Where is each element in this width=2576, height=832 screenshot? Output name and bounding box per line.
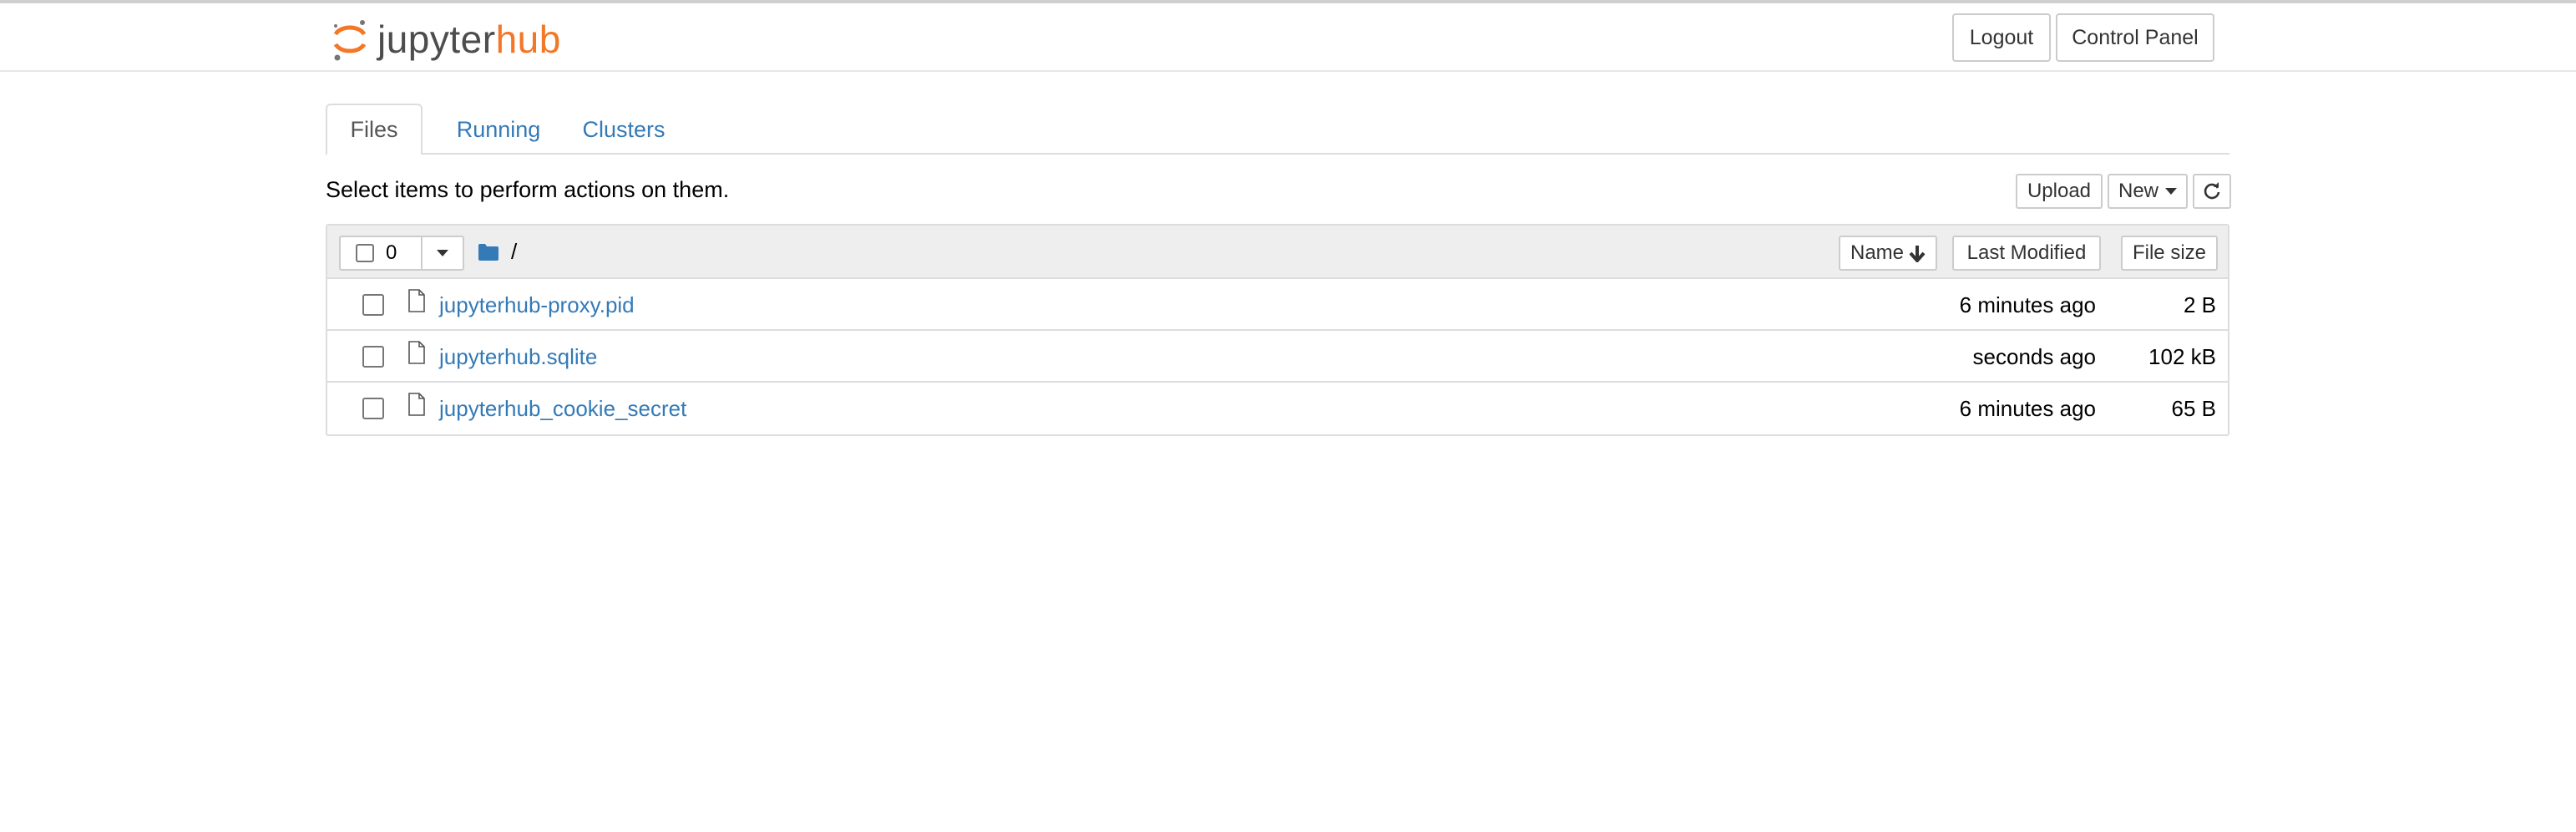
new-dropdown-button[interactable]: New bbox=[2108, 174, 2188, 209]
folder-icon[interactable] bbox=[478, 243, 499, 261]
logout-button[interactable]: Logout bbox=[1952, 13, 2051, 62]
jupyter-logo-icon bbox=[333, 20, 367, 61]
select-all-group: 0 bbox=[339, 236, 464, 271]
refresh-button[interactable] bbox=[2193, 174, 2231, 209]
select-dropdown-button[interactable] bbox=[423, 237, 463, 269]
breadcrumb: / bbox=[478, 239, 517, 265]
jupyterhub-page: jupyterhub Logout Control Panel Files Ru… bbox=[0, 0, 2576, 832]
control-panel-button[interactable]: Control Panel bbox=[2056, 13, 2214, 62]
sort-by-name-button[interactable]: Name bbox=[1839, 236, 1937, 271]
select-all-checkbox[interactable] bbox=[356, 244, 374, 262]
file-icon bbox=[408, 341, 425, 364]
new-label: New bbox=[2118, 180, 2158, 202]
sort-by-size-button[interactable]: File size bbox=[2121, 236, 2218, 271]
file-size: 2 B bbox=[2183, 292, 2216, 317]
file-size: 102 kB bbox=[2148, 344, 2216, 369]
arrow-down-icon bbox=[1909, 246, 1926, 262]
breadcrumb-path[interactable]: / bbox=[511, 239, 517, 265]
logo-prefix: jupyter bbox=[377, 18, 496, 61]
caret-down-icon bbox=[2165, 188, 2177, 195]
sort-name-label: Name bbox=[1850, 241, 1905, 264]
file-checkbox[interactable] bbox=[362, 398, 384, 419]
selected-count: 0 bbox=[386, 241, 397, 264]
logo-suffix: hub bbox=[495, 18, 561, 61]
refresh-icon bbox=[2204, 182, 2220, 200]
logo-text: jupyterhub bbox=[377, 17, 561, 62]
file-name-link[interactable]: jupyterhub.sqlite bbox=[439, 344, 597, 370]
upload-button[interactable]: Upload bbox=[2016, 174, 2103, 209]
header-bar: jupyterhub Logout Control Panel bbox=[0, 3, 2576, 72]
file-icon bbox=[408, 393, 425, 416]
file-modified: 6 minutes ago bbox=[1959, 292, 2096, 317]
jupyterhub-logo[interactable]: jupyterhub bbox=[331, 13, 561, 65]
file-list: 0 / Name Last Modified File size jupyter… bbox=[326, 224, 2229, 436]
file-checkbox[interactable] bbox=[362, 294, 384, 316]
tab-running[interactable]: Running bbox=[436, 104, 561, 155]
file-icon bbox=[408, 289, 425, 312]
tab-clusters[interactable]: Clusters bbox=[569, 104, 678, 155]
file-name-link[interactable]: jupyterhub_cookie_secret bbox=[439, 396, 686, 422]
tab-files[interactable]: Files bbox=[326, 104, 423, 155]
file-checkbox[interactable] bbox=[362, 346, 384, 368]
file-modified: 6 minutes ago bbox=[1959, 396, 2096, 421]
file-row[interactable]: jupyterhub.sqlite seconds ago 102 kB bbox=[327, 331, 2228, 383]
select-all-toggle[interactable]: 0 bbox=[341, 237, 423, 269]
select-items-message: Select items to perform actions on them. bbox=[326, 177, 730, 202]
tab-divider bbox=[326, 153, 2229, 155]
file-row[interactable]: jupyterhub-proxy.pid 6 minutes ago 2 B bbox=[327, 279, 2228, 331]
file-row[interactable]: jupyterhub_cookie_secret 6 minutes ago 6… bbox=[327, 383, 2228, 434]
file-list-header: 0 / Name Last Modified File size bbox=[327, 226, 2228, 279]
file-size: 65 B bbox=[2171, 396, 2217, 421]
sort-by-modified-button[interactable]: Last Modified bbox=[1952, 236, 2101, 271]
caret-down-icon bbox=[437, 250, 448, 256]
tab-bar: Files Running Clusters bbox=[326, 104, 2229, 155]
file-name-link[interactable]: jupyterhub-proxy.pid bbox=[439, 292, 635, 318]
file-modified: seconds ago bbox=[1972, 344, 2096, 369]
